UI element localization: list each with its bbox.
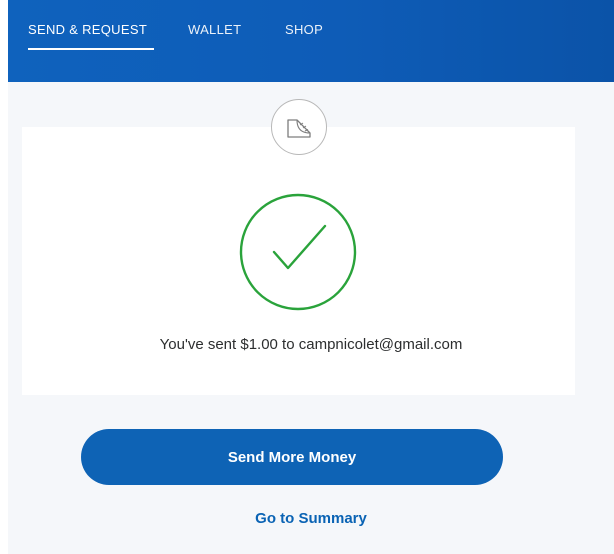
- go-to-summary-link[interactable]: Go to Summary: [8, 510, 614, 527]
- nav-send-request[interactable]: SEND & REQUEST: [28, 22, 147, 37]
- gift-card-icon-glyph: [287, 119, 311, 138]
- checkmark-circle-icon-glyph: [239, 193, 357, 311]
- nav-wallet[interactable]: WALLET: [188, 22, 241, 37]
- app-frame: SEND & REQUEST WALLET SHOP You've sent $…: [0, 0, 614, 554]
- gift-card-icon: [271, 99, 327, 155]
- active-tab-indicator: [28, 48, 154, 50]
- confirmation-message: You've sent $1.00 to campnicolet@gmail.c…: [159, 336, 463, 353]
- top-navigation: SEND & REQUEST WALLET SHOP: [8, 0, 614, 82]
- checkmark-circle-icon: [238, 192, 358, 312]
- send-more-money-button[interactable]: Send More Money: [81, 429, 503, 485]
- nav-shop[interactable]: SHOP: [285, 22, 323, 37]
- main-content: You've sent $1.00 to campnicolet@gmail.c…: [8, 82, 614, 554]
